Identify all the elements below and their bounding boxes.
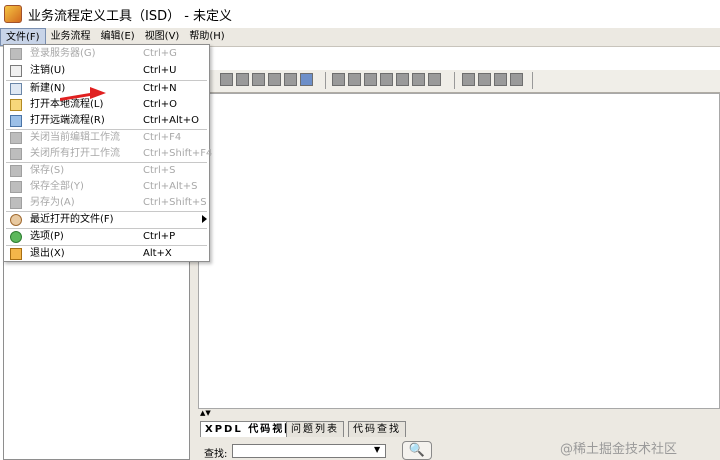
title-bar: 业务流程定义工具（ISD） - 未定义 bbox=[0, 0, 720, 28]
menu-item-save[interactable]: 保存(S) Ctrl+S bbox=[4, 163, 209, 179]
menu-item-shortcut: Ctrl+Alt+S bbox=[143, 181, 198, 192]
menu-item-label: 登录服务器(G) bbox=[30, 48, 96, 59]
menu-item-label: 关闭当前编辑工作流 bbox=[30, 132, 120, 143]
window-title: 业务流程定义工具（ISD） - 未定义 bbox=[28, 8, 233, 24]
tab-problem-list[interactable]: 问题列表 bbox=[286, 421, 344, 437]
open-remote-icon bbox=[10, 115, 22, 127]
watermark: @稀土掘金技术社区 bbox=[560, 442, 678, 457]
menu-item-label: 关闭所有打开工作流 bbox=[30, 148, 120, 159]
toolbar-button[interactable] bbox=[268, 73, 281, 86]
login-icon bbox=[10, 48, 22, 60]
menu-item-recent-files[interactable]: 最近打开的文件(F) bbox=[4, 212, 209, 228]
menu-item-label: 打开远端流程(R) bbox=[30, 115, 105, 126]
toolbar-button[interactable] bbox=[284, 73, 297, 86]
open-local-icon bbox=[10, 99, 22, 111]
toolbar-separator bbox=[325, 72, 326, 89]
toolbar-button[interactable] bbox=[364, 73, 377, 86]
chevron-down-icon[interactable]: ▼ bbox=[374, 445, 380, 454]
menu-item-close-all[interactable]: 关闭所有打开工作流 Ctrl+Shift+F4 bbox=[4, 146, 213, 162]
menu-item-shortcut: Ctrl+P bbox=[143, 231, 176, 242]
menu-item-label: 注销(U) bbox=[30, 65, 66, 76]
toolbar-button[interactable] bbox=[462, 73, 475, 86]
menu-item-save-as[interactable]: 另存为(A) Ctrl+Shift+S bbox=[4, 195, 209, 211]
save-as-icon bbox=[10, 197, 22, 209]
menu-item-save-all[interactable]: 保存全部(Y) Ctrl+Alt+S bbox=[4, 179, 209, 195]
menu-item-shortcut: Ctrl+Shift+F4 bbox=[143, 148, 213, 159]
tab-code-search[interactable]: 代码查找 bbox=[348, 421, 406, 437]
menu-item-exit[interactable]: 退出(X) Alt+X bbox=[4, 246, 209, 262]
save-icon bbox=[10, 165, 22, 177]
menu-item-label: 退出(X) bbox=[30, 248, 65, 259]
toolbar-button[interactable] bbox=[380, 73, 393, 86]
splitter[interactable] bbox=[198, 409, 720, 419]
bottom-tab-strip: XPDL 代码视图 问题列表 代码查找 bbox=[198, 419, 720, 438]
close-all-icon bbox=[10, 148, 22, 160]
app-icon bbox=[4, 5, 22, 23]
menu-item-shortcut: Ctrl+O bbox=[143, 99, 178, 110]
menu-item-shortcut: Ctrl+F4 bbox=[143, 132, 182, 143]
menu-item-shortcut: Ctrl+N bbox=[143, 83, 177, 94]
find-button[interactable]: 🔍 bbox=[402, 441, 432, 460]
menu-item-label: 最近打开的文件(F) bbox=[30, 214, 114, 225]
toolbar-button[interactable] bbox=[348, 73, 361, 86]
menu-item-options[interactable]: 选项(P) Ctrl+P bbox=[4, 229, 209, 245]
menu-item-shortcut: Ctrl+Shift+S bbox=[143, 197, 207, 208]
find-label: 查找: bbox=[204, 449, 228, 460]
toolbar-button[interactable] bbox=[220, 73, 233, 86]
toolbar-button[interactable] bbox=[510, 73, 523, 86]
find-input[interactable] bbox=[232, 444, 386, 458]
menu-item-close-current[interactable]: 关闭当前编辑工作流 Ctrl+F4 bbox=[4, 130, 209, 146]
menu-item-shortcut: Ctrl+U bbox=[143, 65, 177, 76]
menu-item-label: 选项(P) bbox=[30, 231, 64, 242]
toolbar-button[interactable] bbox=[494, 73, 507, 86]
menu-item-shortcut: Alt+X bbox=[143, 248, 172, 259]
magnifier-icon: 🔍 bbox=[408, 443, 426, 458]
menu-item-label: 保存全部(Y) bbox=[30, 181, 84, 192]
menu-item-shortcut: Ctrl+S bbox=[143, 165, 176, 176]
splitter-arrows-icon[interactable]: ▲▼ bbox=[200, 409, 211, 418]
menu-item-shortcut: Ctrl+Alt+O bbox=[143, 115, 199, 126]
logout-icon bbox=[10, 65, 22, 77]
toolbar-button[interactable] bbox=[412, 73, 425, 86]
menu-item-shortcut: Ctrl+G bbox=[143, 48, 177, 59]
toolbar-button[interactable] bbox=[236, 73, 249, 86]
red-arrow-annotation-icon bbox=[60, 87, 106, 101]
toolbar-separator bbox=[532, 72, 533, 89]
toolbar-button[interactable] bbox=[252, 73, 265, 86]
menu-item-logout[interactable]: 注销(U) Ctrl+U bbox=[4, 63, 209, 79]
editor-toolbar bbox=[210, 70, 720, 93]
toolbar-button[interactable] bbox=[396, 73, 409, 86]
recent-files-icon bbox=[10, 214, 22, 226]
menu-item-label: 保存(S) bbox=[30, 165, 65, 176]
editor-canvas[interactable] bbox=[198, 93, 720, 409]
file-menu-dropdown: 登录服务器(G) Ctrl+G 注销(U) Ctrl+U 新建(N) Ctrl+… bbox=[3, 44, 213, 262]
toolbar-button[interactable] bbox=[428, 73, 441, 86]
menu-item-label: 另存为(A) bbox=[30, 197, 75, 208]
new-icon bbox=[10, 83, 22, 95]
menu-item-login-server[interactable]: 登录服务器(G) Ctrl+G bbox=[4, 46, 209, 62]
toolbar-separator bbox=[454, 72, 455, 89]
options-icon bbox=[10, 231, 22, 243]
exit-icon bbox=[10, 248, 22, 260]
toolbar-button[interactable] bbox=[478, 73, 491, 86]
close-icon bbox=[10, 132, 22, 144]
save-all-icon bbox=[10, 181, 22, 193]
toolbar-button[interactable] bbox=[300, 73, 313, 86]
menu-item-open-remote[interactable]: 打开远端流程(R) Ctrl+Alt+O bbox=[4, 113, 209, 129]
toolbar-button[interactable] bbox=[332, 73, 345, 86]
submenu-arrow-icon bbox=[202, 215, 207, 223]
